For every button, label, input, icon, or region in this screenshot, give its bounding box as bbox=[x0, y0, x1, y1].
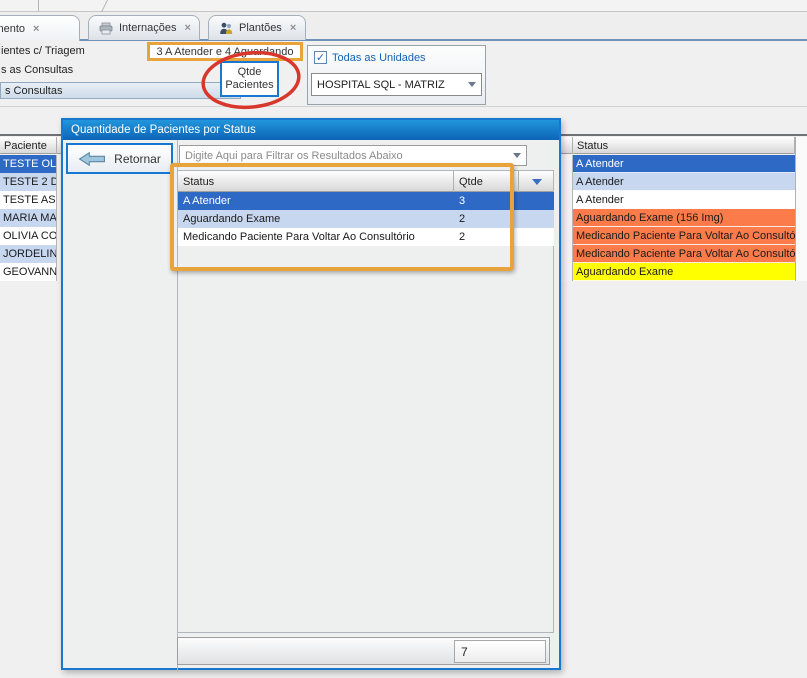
app-window: imento × Internações × bbox=[0, 0, 807, 678]
close-icon[interactable]: × bbox=[33, 23, 39, 35]
dialog-table-row[interactable]: A Atender 3 bbox=[178, 192, 554, 210]
status-cell[interactable]: Medicando Paciente Para Voltar Ao Consul… bbox=[573, 227, 795, 245]
dialog-status-table: Status Qtde A Atender 3 Aguardando Exame… bbox=[177, 170, 554, 633]
status-column-header[interactable]: Status bbox=[573, 137, 795, 154]
patient-cell[interactable]: OLIVIA COS bbox=[0, 227, 57, 245]
unit-panel: ✓ Todas as Unidades HOSPITAL SQL - MATRI… bbox=[307, 45, 486, 105]
hospital-combobox[interactable]: HOSPITAL SQL - MATRIZ bbox=[311, 73, 482, 96]
tab-label: Internações bbox=[119, 22, 176, 34]
retornar-label: Retornar bbox=[114, 152, 161, 166]
patient-cell[interactable]: TESTE ASD bbox=[0, 191, 57, 209]
tab-label: imento bbox=[0, 23, 25, 35]
status-cell[interactable]: A Atender bbox=[573, 173, 795, 191]
dialog-row-status: A Atender bbox=[178, 192, 454, 210]
printer-icon bbox=[98, 22, 114, 35]
tab-label: Plantões bbox=[239, 22, 282, 34]
dialog-row-status: Aguardando Exame bbox=[178, 210, 454, 228]
dialog-title-text: Quantidade de Pacientes por Status bbox=[71, 124, 256, 136]
qtde-pacientes-dialog: Quantidade de Pacientes por Status Retor… bbox=[61, 118, 561, 670]
top-window-strip bbox=[0, 0, 807, 12]
dialog-row-status: Medicando Paciente Para Voltar Ao Consul… bbox=[178, 228, 454, 246]
patient-cell[interactable]: MARIA MAR bbox=[0, 209, 57, 227]
filter-dropdown-icon bbox=[532, 179, 542, 185]
patient-cell[interactable]: GEOVANNA bbox=[0, 263, 57, 281]
qtde-button-line2: Pacientes bbox=[225, 79, 273, 92]
dialog-titlebar[interactable]: Quantidade de Pacientes por Status bbox=[63, 120, 559, 140]
status-cell[interactable]: A Atender bbox=[573, 155, 795, 173]
dialog-total-count: 7 bbox=[454, 640, 546, 663]
tab-plantoes[interactable]: Plantões × bbox=[208, 15, 306, 40]
dialog-qtde-column-header[interactable]: Qtde bbox=[454, 171, 519, 192]
dialog-table-header: Status Qtde bbox=[178, 171, 553, 192]
tab-remnant-line bbox=[38, 0, 39, 11]
close-icon[interactable]: × bbox=[184, 22, 190, 34]
patient-cell[interactable]: TESTE 2 DO bbox=[0, 173, 57, 191]
close-icon[interactable]: × bbox=[290, 22, 296, 34]
chevron-down-icon bbox=[468, 82, 476, 87]
qtde-button-line1: Qtde bbox=[238, 66, 262, 79]
dialog-filter-combobox[interactable]: Digite Aqui para Filtrar os Resultados A… bbox=[179, 145, 527, 166]
grid-right-strip bbox=[795, 137, 807, 281]
dialog-table-row[interactable]: Medicando Paciente Para Voltar Ao Consul… bbox=[178, 228, 554, 246]
patient-count-badge: 3 A Atender e 4 Aguardando bbox=[147, 42, 303, 61]
dialog-filter-placeholder: Digite Aqui para Filtrar os Resultados A… bbox=[185, 150, 403, 162]
dialog-row-qtde: 2 bbox=[454, 210, 554, 228]
tab-internacoes[interactable]: Internações × bbox=[88, 15, 200, 40]
patient-cell[interactable]: JORDELINO bbox=[0, 245, 57, 263]
people-icon bbox=[218, 22, 234, 35]
todas-unidades-label: Todas as Unidades bbox=[332, 52, 426, 64]
dialog-row-qtde: 3 bbox=[454, 192, 554, 210]
patient-count-badge-text: 3 A Atender e 4 Aguardando bbox=[156, 46, 293, 58]
tab-atendimento[interactable]: imento × bbox=[0, 15, 80, 41]
paciente-column-header[interactable]: Paciente bbox=[0, 137, 57, 154]
check-icon: ✓ bbox=[316, 53, 325, 63]
status-cell[interactable]: Aguardando Exame (156 Img) bbox=[573, 209, 795, 227]
consultas-combobox[interactable]: s Consultas bbox=[0, 82, 241, 99]
label-pacientes-triagem: ientes c/ Triagem bbox=[1, 45, 85, 57]
dialog-row-qtde: 2 bbox=[454, 228, 554, 246]
status-cell[interactable]: Medicando Paciente Para Voltar Ao Consul… bbox=[573, 245, 795, 263]
status-cell[interactable]: Aguardando Exame bbox=[573, 263, 795, 281]
patient-cell[interactable]: TESTE OLIV bbox=[0, 155, 57, 173]
dialog-table-row[interactable]: Aguardando Exame 2 bbox=[178, 210, 554, 228]
hospital-combobox-value: HOSPITAL SQL - MATRIZ bbox=[317, 79, 445, 91]
row-indicator-column bbox=[561, 155, 573, 281]
qtde-pacientes-button[interactable]: Qtde Pacientes bbox=[220, 61, 279, 97]
todas-unidades-checkbox[interactable]: ✓ bbox=[314, 51, 327, 64]
chevron-down-icon bbox=[513, 153, 521, 158]
consultas-combobox-value: s Consultas bbox=[5, 85, 62, 97]
status-cell[interactable]: A Atender bbox=[573, 191, 795, 209]
label-todas-consultas: s as Consultas bbox=[1, 64, 73, 76]
tab-bar: imento × Internações × bbox=[0, 12, 807, 41]
column-filter-button[interactable] bbox=[519, 171, 554, 192]
toolbar-separator bbox=[0, 106, 807, 107]
retornar-button[interactable]: Retornar bbox=[66, 143, 173, 174]
dialog-status-column-header[interactable]: Status bbox=[178, 171, 454, 192]
back-arrow-icon bbox=[78, 151, 106, 167]
indicator-column-header bbox=[561, 137, 573, 154]
dialog-footer-bar: 7 bbox=[177, 637, 550, 665]
